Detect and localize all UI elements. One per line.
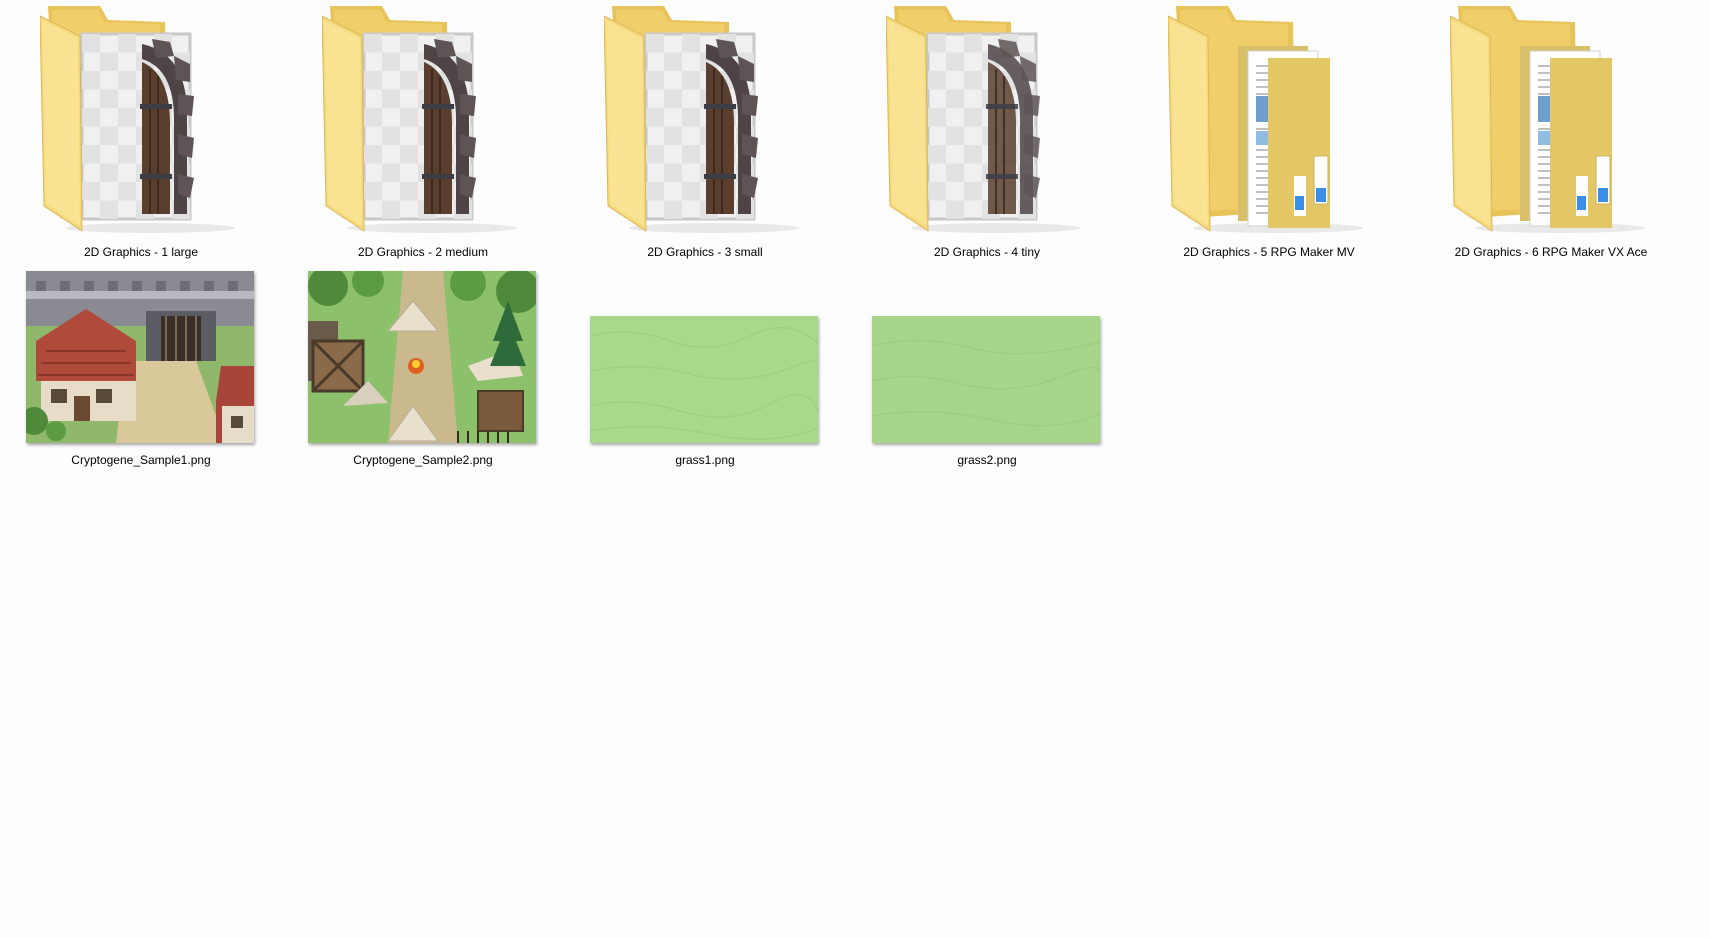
file-label: grass2.png (957, 453, 1017, 467)
folder-item-6[interactable]: 2D Graphics - 6 RPG Maker VX Ace (1410, 0, 1692, 259)
file-label: Cryptogene_Sample1.png (71, 453, 211, 467)
image-thumbnail-grass (872, 316, 1100, 443)
folder-item-2[interactable]: 2D Graphics - 2 medium (282, 0, 564, 259)
image-thumbnail-village (26, 271, 254, 443)
folder-icon (846, 0, 1128, 245)
image-thumbnail-grass (590, 316, 818, 443)
folder-item-3[interactable]: 2D Graphics - 3 small (564, 0, 846, 259)
image-thumbnail-camp (308, 271, 536, 443)
folder-label: 2D Graphics - 6 RPG Maker VX Ace (1454, 245, 1648, 259)
folder-icon (1410, 0, 1692, 245)
folder-label: 2D Graphics - 4 tiny (933, 245, 1041, 259)
folder-icon (0, 0, 282, 245)
folder-label: 2D Graphics - 1 large (83, 245, 199, 259)
file-label: Cryptogene_Sample2.png (353, 453, 493, 467)
folder-label: 2D Graphics - 2 medium (357, 245, 489, 259)
folder-icon (1128, 0, 1410, 245)
folder-icon (564, 0, 846, 245)
folder-icon (282, 0, 564, 245)
folder-label: 2D Graphics - 5 RPG Maker MV (1183, 245, 1355, 259)
file-explorer-view: 2D Graphics - 1 large 2D Graphics - 2 me… (0, 0, 1709, 938)
file-label: grass1.png (675, 453, 735, 467)
folder-item-1[interactable]: 2D Graphics - 1 large (0, 0, 282, 259)
folder-label: 2D Graphics - 3 small (647, 245, 763, 259)
folder-item-4[interactable]: 2D Graphics - 4 tiny (846, 0, 1128, 259)
folder-item-5[interactable]: 2D Graphics - 5 RPG Maker MV (1128, 0, 1410, 259)
